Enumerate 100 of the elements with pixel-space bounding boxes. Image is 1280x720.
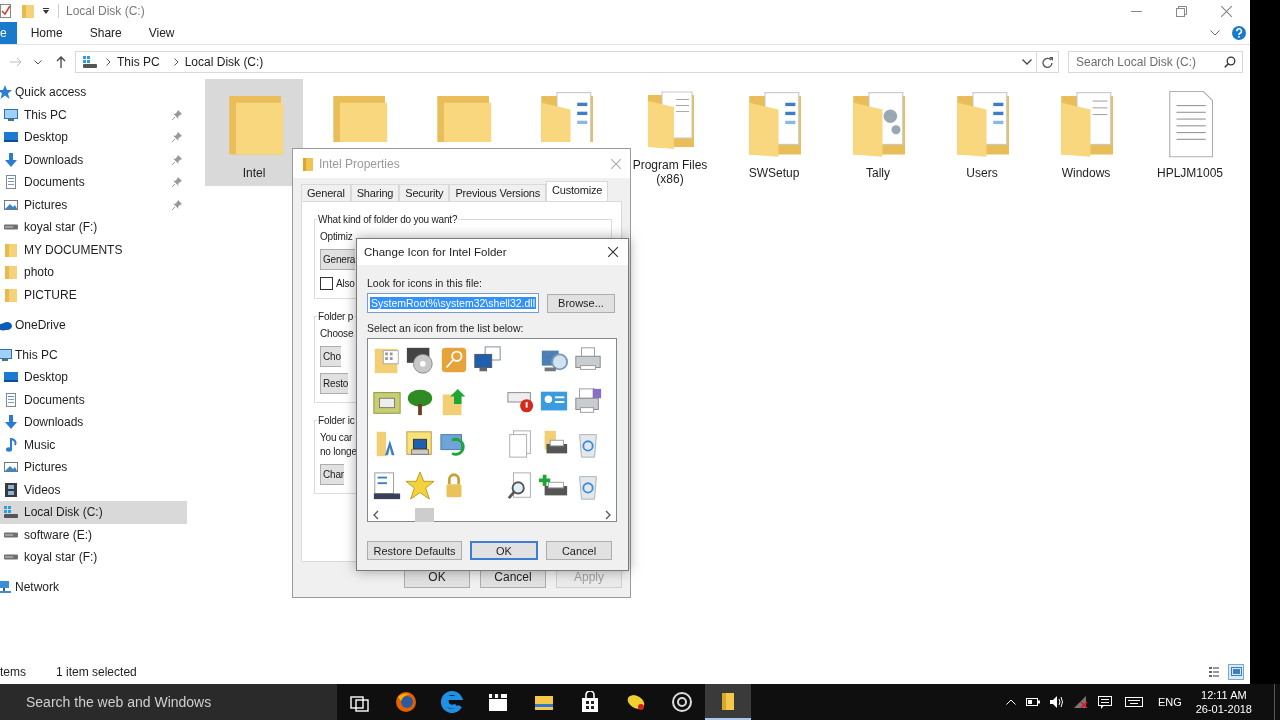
nav-item[interactable]: Downloads: [0, 411, 187, 434]
details-view-button[interactable]: [1206, 664, 1222, 680]
nav-item[interactable]: photo: [0, 261, 187, 284]
tab[interactable]: Security: [399, 184, 450, 201]
nav-item[interactable]: PICTURE: [0, 283, 187, 306]
search-icon[interactable]: [1224, 56, 1236, 68]
group-label: Folder p: [317, 311, 355, 322]
caret-up-icon[interactable]: [1005, 699, 1016, 705]
file-item[interactable]: HPLJM1005: [1141, 79, 1239, 186]
folder-icon: [3, 286, 19, 303]
nav-item[interactable]: Pictures: [0, 456, 187, 479]
file-item[interactable]: Users: [933, 79, 1031, 186]
close-icon[interactable]: [608, 247, 618, 257]
restore-icon[interactable]: [1176, 5, 1187, 17]
nav-item[interactable]: Desktop: [0, 126, 168, 149]
pin-icon[interactable]: [172, 199, 182, 210]
monitor-icon: [3, 106, 19, 123]
dialog-button[interactable]: OK: [470, 541, 538, 560]
dialog-button[interactable]: Cho: [320, 346, 341, 367]
nav-item[interactable]: Documents: [0, 388, 187, 411]
ribbon-tab[interactable]: View: [148, 26, 189, 40]
file-item[interactable]: Intel: [205, 79, 303, 186]
pin-icon[interactable]: [172, 109, 182, 120]
taskbar-app[interactable]: [705, 684, 751, 720]
pin-icon[interactable]: [172, 132, 182, 143]
chevron-down-icon[interactable]: [1210, 30, 1220, 36]
tab[interactable]: Previous Versions: [449, 184, 547, 201]
nav-item[interactable]: koyal star (F:): [0, 216, 187, 239]
address-bar[interactable]: This PC Local Disk (C:): [75, 51, 1037, 73]
tab[interactable]: General: [301, 184, 351, 201]
dialog-button[interactable]: Char: [320, 464, 344, 485]
field-label: Look for icons in this file:: [367, 277, 483, 289]
up-arrow-icon[interactable]: [56, 56, 66, 68]
tab[interactable]: Customize: [546, 181, 609, 201]
battery-icon[interactable]: [1025, 698, 1040, 706]
star-icon[interactable]: [405, 471, 436, 501]
nav-item[interactable]: Videos: [0, 478, 187, 501]
notification-icon[interactable]: [1097, 695, 1112, 709]
drive-icon: [3, 531, 19, 538]
nav-item[interactable]: Pictures: [0, 193, 168, 216]
file-item[interactable]: Tally: [829, 79, 927, 186]
search-field[interactable]: Search Local Disk (C:): [1068, 51, 1243, 73]
file-item[interactable]: Program Files (x86): [621, 79, 719, 186]
nav-item[interactable]: This PC: [0, 103, 168, 126]
nav-item[interactable]: Music: [0, 433, 187, 456]
chevron-down-icon[interactable]: [1022, 59, 1032, 65]
chevron-right-icon[interactable]: [106, 58, 111, 66]
help-icon[interactable]: [1232, 26, 1246, 40]
nav-item[interactable]: Desktop: [0, 366, 187, 389]
checkbox[interactable]: [320, 277, 333, 290]
disc-drive-icon[interactable]: [405, 345, 436, 375]
checklist-icon[interactable]: [0, 3, 12, 19]
dialog-button[interactable]: Cancel: [546, 541, 612, 560]
field-label: Select an icon from the list below:: [367, 322, 525, 334]
refresh-button[interactable]: [1037, 51, 1059, 73]
group-label: What kind of folder do you want?: [317, 214, 459, 225]
download-icon: [3, 151, 19, 168]
nav-item[interactable]: koyal star (F:): [0, 546, 187, 569]
language-indicator[interactable]: ENG: [1157, 696, 1182, 708]
pin-icon[interactable]: [172, 154, 182, 165]
nav-item[interactable]: Downloads: [0, 148, 168, 171]
nav-item[interactable]: software (E:): [0, 523, 187, 546]
folder-icon: [3, 264, 19, 281]
pin-icon[interactable]: [172, 177, 182, 188]
nav-item[interactable]: Local Disk (C:): [0, 501, 187, 524]
clock[interactable]: 12:11 AM 26-01-2018: [1195, 688, 1252, 716]
dialog-button[interactable]: Genera: [320, 249, 356, 270]
volume-icon[interactable]: [1049, 696, 1064, 708]
group-label: Folder ic: [317, 415, 356, 426]
nav-item[interactable]: This PC: [0, 343, 187, 366]
icon-list[interactable]: [367, 338, 617, 522]
chevron-right-icon[interactable]: [173, 58, 179, 66]
search-field[interactable]: Search the web and Windows: [0, 684, 337, 720]
ribbon-tab[interactable]: Home: [30, 26, 77, 40]
dialog-button[interactable]: Restore Defaults: [367, 541, 462, 560]
file-tab[interactable]: e: [0, 22, 17, 44]
refresh-icon: [1042, 56, 1053, 68]
scrollbar-thumb[interactable]: [415, 508, 434, 522]
checkbox-label: Also: [336, 278, 355, 289]
nav-item[interactable]: OneDrive: [0, 313, 187, 336]
caret-down-icon[interactable]: [42, 7, 50, 15]
nav-item[interactable]: Network: [0, 576, 187, 599]
keyboard-icon[interactable]: [1124, 697, 1143, 707]
chevron-down-icon[interactable]: [34, 59, 42, 65]
ribbon-tab[interactable]: Share: [89, 26, 136, 40]
breadcrumb[interactable]: Local Disk (C:): [184, 55, 264, 69]
file-item[interactable]: SWSetup: [725, 79, 823, 186]
nav-item[interactable]: Quick access: [0, 81, 187, 104]
breadcrumb[interactable]: This PC: [117, 55, 160, 69]
dialog-button[interactable]: Resto: [320, 373, 349, 394]
file-item[interactable]: Windows: [1037, 79, 1135, 186]
tab[interactable]: Sharing: [350, 184, 400, 201]
nav-item[interactable]: Documents: [0, 171, 168, 194]
network-icon[interactable]: [1073, 696, 1088, 708]
checklist-icon[interactable]: [371, 471, 402, 501]
browse-button[interactable]: Browse...: [547, 293, 615, 313]
label: no longe: [320, 446, 357, 458]
selection-status: 1 item selected: [56, 665, 137, 679]
label: You car: [320, 432, 353, 444]
nav-item[interactable]: MY DOCUMENTS: [0, 238, 187, 261]
